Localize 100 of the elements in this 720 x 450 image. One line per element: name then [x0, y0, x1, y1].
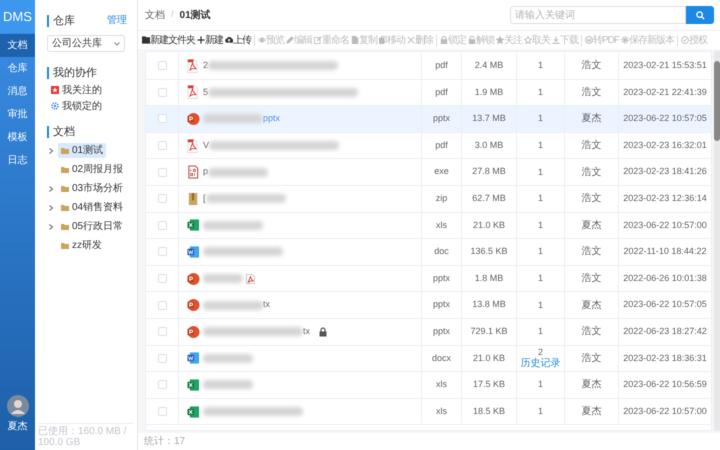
author-name: 浩文 [582, 192, 602, 206]
table-row[interactable]: doc 136.5 KB 1 浩文 2022-11-10 18:44:22 [146, 239, 711, 266]
row-checkbox[interactable] [158, 114, 166, 124]
nav-item[interactable]: 审批 [0, 103, 35, 126]
folder-item[interactable]: 01测试 [58, 143, 106, 158]
file-name[interactable]: tx [303, 324, 310, 338]
version-number: 1 [538, 60, 543, 72]
scrollbar-thumb[interactable] [714, 61, 720, 141]
table-row[interactable]: p exe 27.8 MB 1 浩文 2023-02-23 18:41:26 [146, 159, 711, 186]
row-checkbox[interactable] [158, 61, 166, 70]
version-number: 1 [538, 220, 543, 231]
file-size: 729.1 KB [470, 324, 508, 338]
search-icon [696, 10, 704, 20]
spreadsheet-file-icon [187, 378, 200, 392]
row-checkbox[interactable] [158, 88, 166, 97]
eye-icon [258, 36, 266, 44]
version-number: 1 [538, 406, 543, 418]
presentation-file-icon [187, 112, 200, 126]
folder-icon [61, 185, 69, 192]
close-icon [407, 36, 415, 44]
table-row[interactable]: tx pptx 13.8 MB 1 夏杰 2023-06-22 10:57:05 [146, 292, 711, 319]
folder-icon [61, 147, 69, 154]
nav-item[interactable]: 消息 [0, 80, 35, 103]
file-type: zip [436, 192, 448, 206]
spreadsheet-file-icon [187, 404, 200, 419]
repository-select[interactable]: 公司公共库 [47, 35, 125, 52]
modified-time: 2023-02-21 22:41:39 [623, 86, 707, 99]
folder-icon [61, 166, 69, 173]
file-size: 17.5 KB [472, 378, 506, 392]
table-row[interactable]: V pdf 3.0 MB 1 浩文 2023-02-23 16:32:01 [146, 132, 711, 160]
row-checkbox[interactable] [158, 141, 166, 150]
history-link[interactable]: 历史记录 [520, 358, 560, 370]
row-checkbox[interactable] [158, 220, 166, 230]
table-row[interactable]: xls 18.5 KB 1 夏杰 2023-06-22 10:57:00 [146, 398, 711, 426]
user-avatar[interactable] [6, 395, 28, 417]
table-row[interactable]: xls 17.5 KB 1 夏杰 2023-06-22 10:56:59 [146, 372, 711, 399]
nav-item[interactable]: 模板 [0, 126, 35, 149]
breadcrumb-item[interactable]: 01测试 [180, 8, 211, 22]
nav-item[interactable]: 文档 [0, 34, 35, 57]
file-name[interactable]: pptx [263, 112, 280, 126]
folder-item[interactable]: zz研发 [58, 238, 105, 253]
row-checkbox[interactable] [158, 168, 166, 177]
author-name: 浩文 [582, 58, 602, 74]
row-checkbox[interactable] [158, 247, 166, 256]
table-row[interactable]: docx 21.0 KB 2 历史记录 浩文 2023-02-23 18:36:31 [146, 346, 711, 372]
table-row[interactable]: tx pptx 729.1 KB 1 浩文 2022-06-23 18:27:42 [146, 318, 711, 346]
file-size: 21.0 KB [472, 352, 506, 365]
table-row[interactable]: xls 21.0 KB 1 夏杰 2023-06-22 10:57:00 [146, 212, 711, 240]
nav-item[interactable]: 仓库 [0, 57, 35, 80]
table-row[interactable]: 2 pdf 2.4 MB 1 浩文 2023-02-21 15:53:51 [146, 53, 711, 80]
author-name: 浩文 [582, 86, 602, 100]
folder-icon [61, 223, 69, 230]
toolbar-button[interactable]: 新建文件夹 [142, 32, 195, 48]
breadcrumb-item[interactable]: 文档 [145, 8, 165, 22]
search-button[interactable] [686, 6, 714, 24]
presentation-file-icon [187, 324, 200, 339]
folder-item[interactable]: 04销售资料 [58, 200, 126, 215]
row-checkbox[interactable] [158, 274, 166, 284]
storage-usage: 已使用：160.0 MB / 100.0 GB [38, 423, 134, 448]
file-size: 13.8 MB [472, 298, 506, 312]
toolbar-button[interactable]: 上传 [225, 32, 251, 48]
folder-item[interactable]: 03市场分析 [58, 181, 126, 196]
version-number: 1 [538, 166, 543, 178]
table-row[interactable]: [ zip 62.7 MB 1 浩文 2023-02-23 12:36:14 [146, 186, 711, 213]
file-size: 62.7 MB [472, 192, 506, 206]
modified-time: 2023-06-22 10:57:00 [623, 404, 707, 418]
collab-link[interactable]: 我关注的 [62, 82, 102, 98]
nav-item[interactable]: 日志 [0, 149, 35, 172]
row-checkbox[interactable] [158, 327, 166, 336]
breadcrumb-separator: / [171, 8, 174, 22]
file-name[interactable]: [ [203, 192, 206, 206]
manage-link[interactable]: 管理 [107, 13, 127, 28]
file-name[interactable]: 2 [203, 59, 208, 73]
folder-item[interactable]: 05行政日常 [58, 219, 126, 234]
file-type: doc [434, 245, 449, 258]
toolbar-button[interactable]: 新建 [197, 32, 223, 48]
file-type: exe [434, 165, 449, 178]
row-checkbox[interactable] [158, 194, 166, 204]
section-title: 仓库 [47, 14, 75, 26]
version-number: 1 [538, 300, 543, 311]
collab-link[interactable]: 我锁定的 [62, 98, 102, 114]
document-file-icon [187, 244, 200, 259]
modified-time: 2023-02-23 18:41:26 [623, 165, 707, 178]
row-checkbox[interactable] [158, 380, 166, 390]
file-name[interactable]: p [203, 165, 208, 179]
table-row[interactable]: pptx pptx 13.7 MB 1 夏杰 2023-06-22 10:57:05 [146, 106, 711, 133]
author-name: 夏杰 [582, 298, 602, 313]
file-name[interactable]: V [203, 138, 210, 152]
row-checkbox[interactable] [158, 300, 166, 310]
row-checkbox[interactable] [158, 354, 166, 363]
pencil-icon [286, 36, 294, 44]
modified-time: 2022-11-10 18:44:22 [624, 245, 706, 258]
file-type: pptx [432, 112, 450, 126]
table-row[interactable]: pptx 1.8 MB 1 浩文 2022-06-26 10:01:38 [146, 266, 711, 292]
file-name[interactable]: tx [263, 298, 270, 312]
file-name[interactable]: 5 [203, 86, 208, 100]
author-name: 夏杰 [582, 112, 602, 126]
row-checkbox[interactable] [158, 407, 166, 416]
file-size: 18.5 KB [472, 404, 506, 418]
folder-item[interactable]: 02周报月报 [58, 162, 126, 177]
